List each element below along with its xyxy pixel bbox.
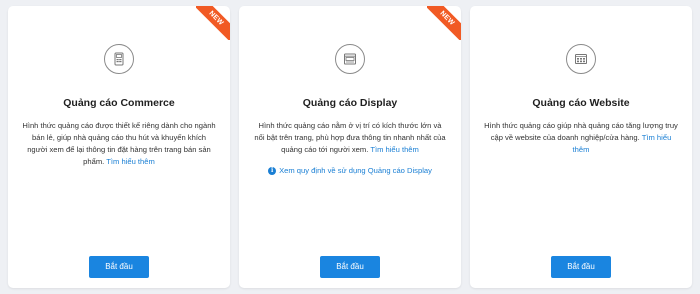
card-title: Quảng cáo Display (302, 97, 398, 109)
info-icon: i (268, 166, 277, 175)
display-icon (335, 44, 365, 74)
ad-type-card-display: NEW Quảng cáo Display Hình thức quảng cá… (239, 6, 461, 288)
start-button[interactable]: Bắt đầu (551, 256, 611, 278)
policy-link[interactable]: i Xem quy định về sử dụng Quảng cáo Disp… (239, 166, 461, 175)
card-description: Hình thức quảng cáo được thiết kế riêng … (22, 120, 216, 168)
new-badge: NEW (196, 6, 230, 40)
new-badge: NEW (427, 6, 461, 40)
start-button[interactable]: Bắt đầu (320, 256, 380, 278)
start-button[interactable]: Bắt đầu (89, 256, 149, 278)
ad-type-card-website: Quảng cáo Website Hình thức quảng cáo gi… (470, 6, 692, 288)
card-description: Hình thức quảng cáo nằm ở vị trí có kích… (253, 120, 447, 156)
card-title: Quảng cáo Website (532, 97, 630, 109)
website-icon (566, 44, 596, 74)
learn-more-link[interactable]: Tìm hiểu thêm (106, 157, 155, 166)
card-title: Quảng cáo Commerce (63, 97, 175, 109)
new-ribbon: NEW (196, 6, 230, 40)
card-description: Hình thức quảng cáo giúp nhà quảng cáo t… (484, 120, 678, 156)
ad-type-card-commerce: NEW Quảng cáo Commerce Hình thức quảng c… (8, 6, 230, 288)
commerce-icon (104, 44, 134, 74)
learn-more-link[interactable]: Tìm hiểu thêm (370, 145, 419, 154)
new-ribbon: NEW (427, 6, 461, 40)
policy-link-label[interactable]: Xem quy định về sử dụng Quảng cáo Displa… (279, 166, 432, 175)
